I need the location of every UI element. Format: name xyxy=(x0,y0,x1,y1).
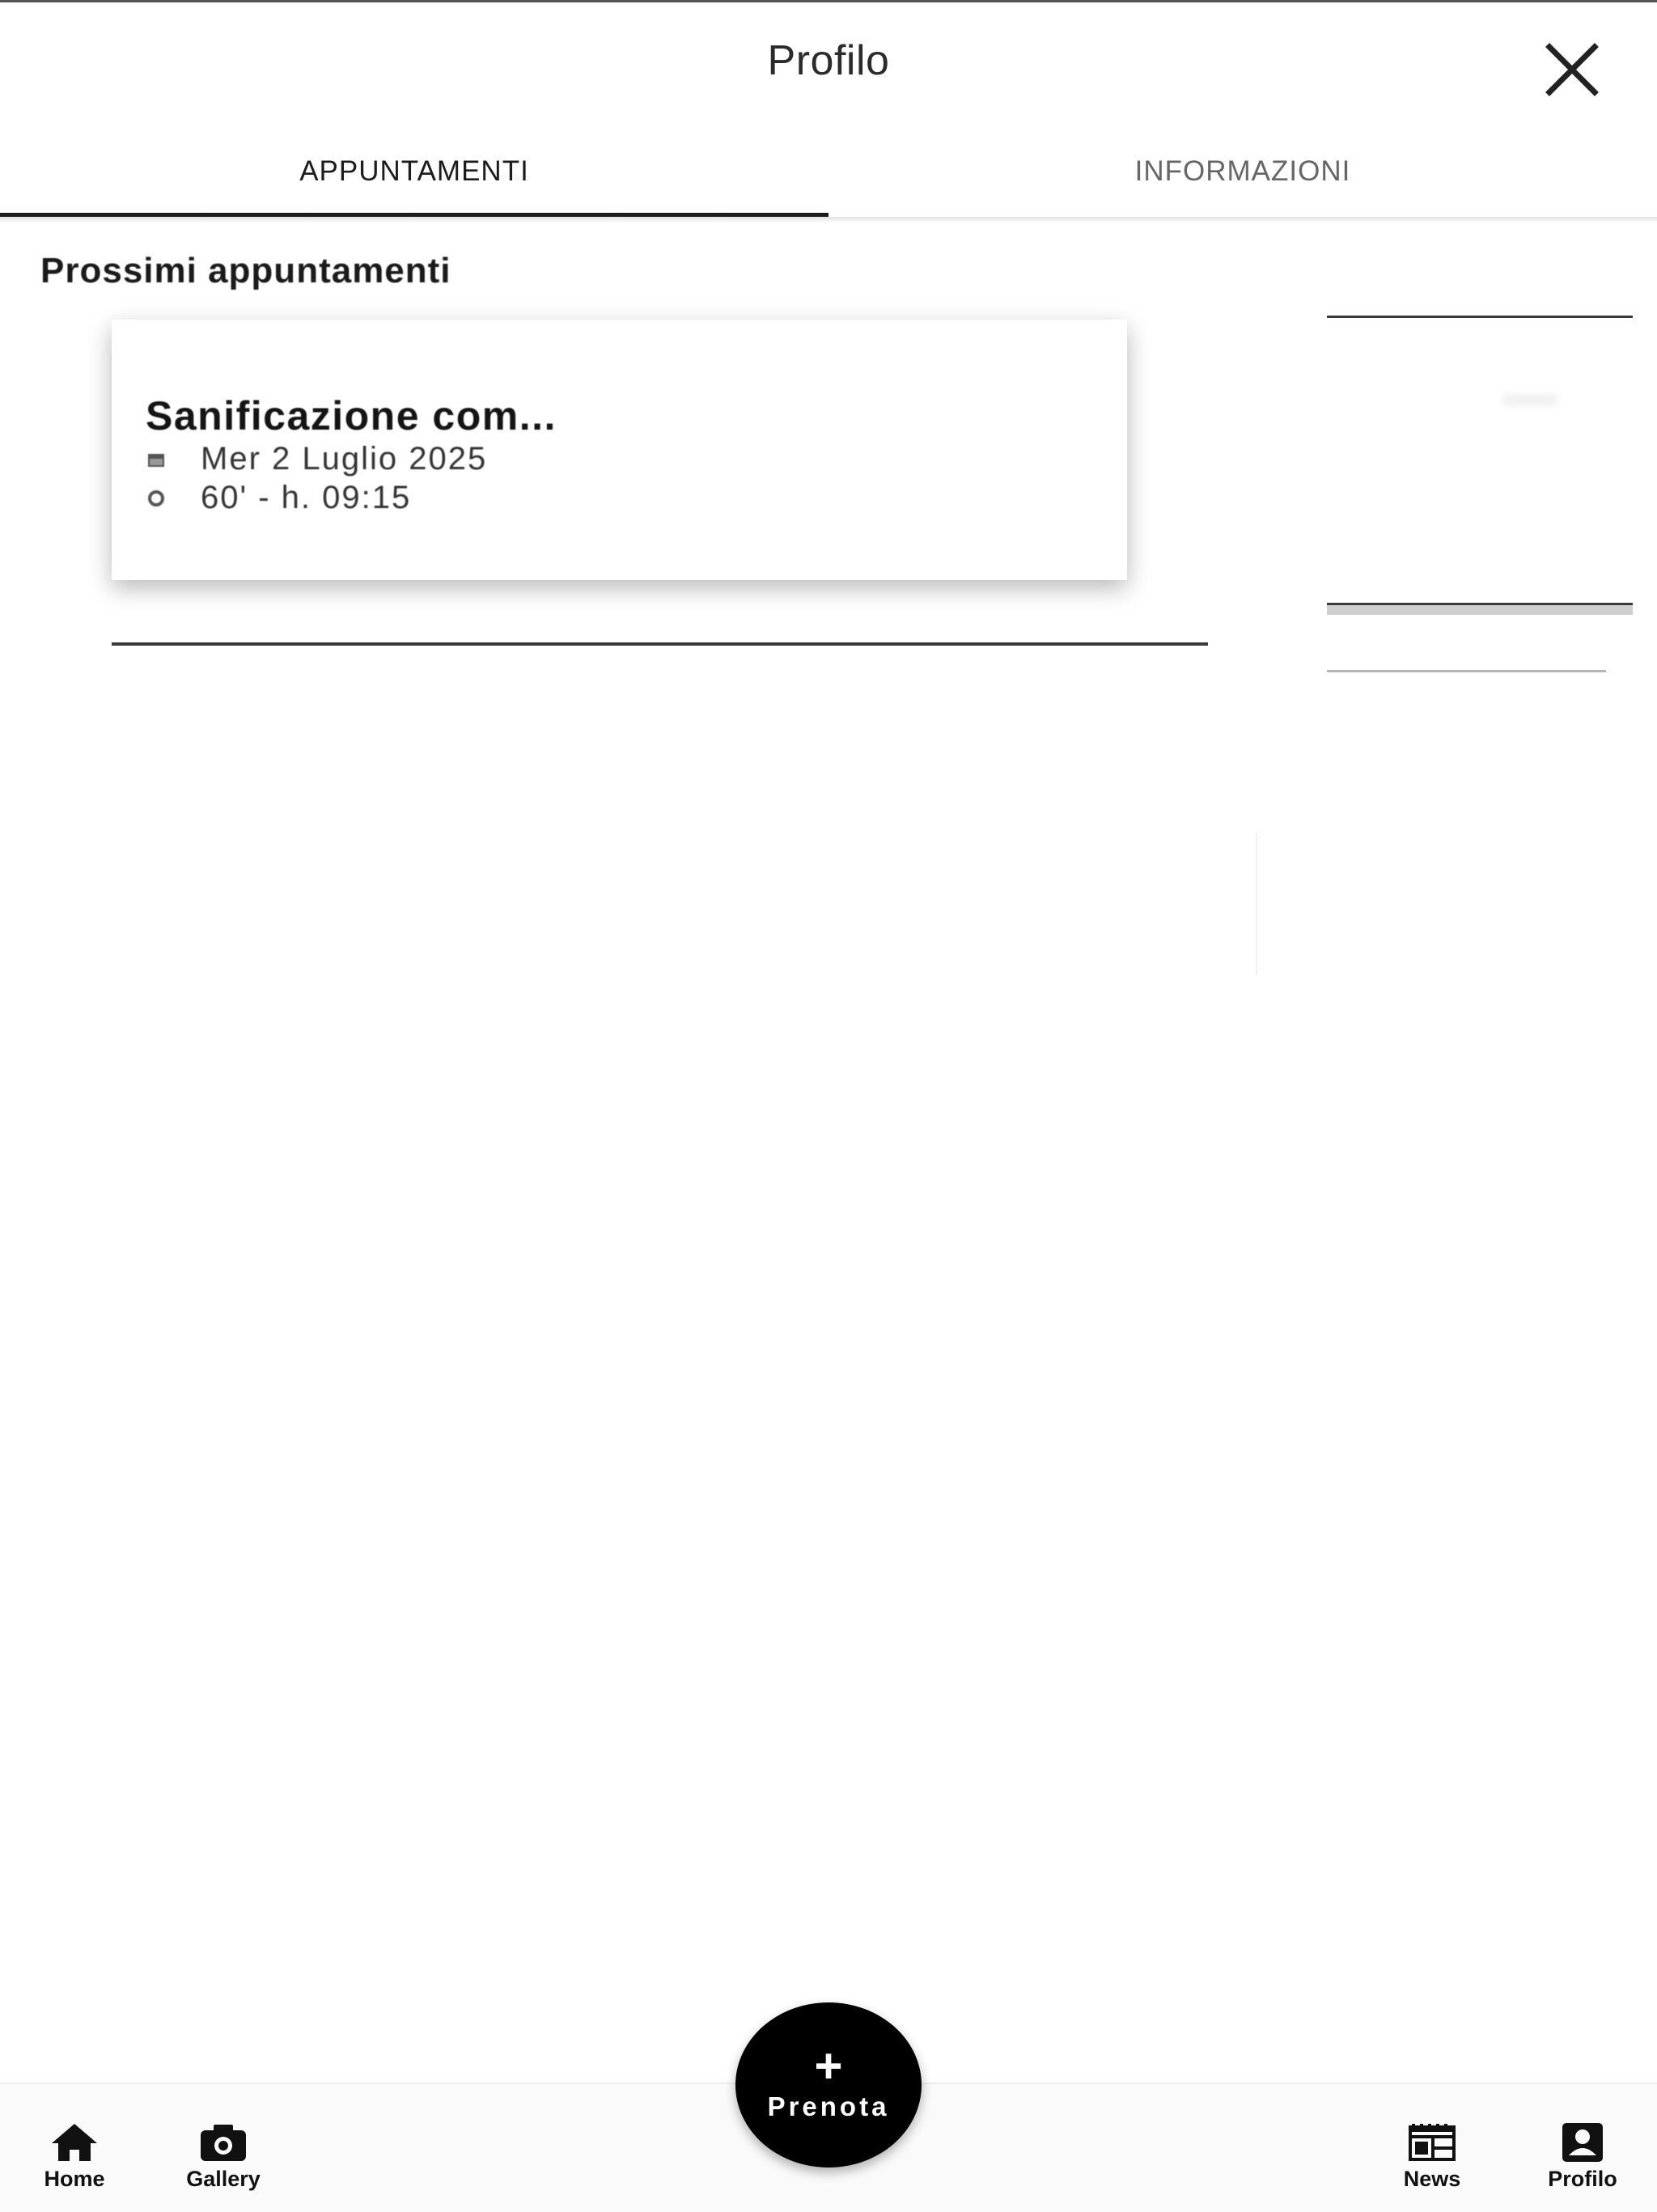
appointment-date-row: Mer 2 Luglio 2025 xyxy=(146,441,487,477)
list-divider xyxy=(112,642,1208,646)
tab-bar-shadow xyxy=(0,217,1657,223)
faint-separator xyxy=(1256,833,1257,975)
calendar-icon xyxy=(146,449,167,470)
nav-item-home[interactable]: Home xyxy=(18,2120,131,2192)
appointment-card[interactable]: Sanificazione com... Mer 2 Luglio 2025 6… xyxy=(112,320,1127,580)
section-heading: Prossimi appuntamenti xyxy=(40,251,451,290)
tab-bar: APPUNTAMENTI INFORMAZIONI xyxy=(0,124,1657,218)
offscreen-panel-divider-thick xyxy=(1327,603,1633,615)
clock-icon xyxy=(146,488,167,509)
appointment-time-row: 60' - h. 09:15 xyxy=(146,480,411,516)
nav-item-gallery[interactable]: Gallery xyxy=(167,2120,280,2192)
appointment-date: Mer 2 Luglio 2025 xyxy=(201,441,488,477)
appointment-time: 60' - h. 09:15 xyxy=(201,480,412,515)
home-icon xyxy=(49,2120,100,2165)
nav-item-profilo[interactable]: Profilo xyxy=(1526,2120,1639,2192)
tab-informazioni[interactable]: INFORMAZIONI xyxy=(828,124,1657,218)
page-title: Profilo xyxy=(767,37,890,84)
tab-appuntamenti[interactable]: APPUNTAMENTI xyxy=(0,124,828,218)
app-header: Profilo xyxy=(0,2,1657,124)
book-button-label: Prenota xyxy=(767,2091,890,2121)
news-icon xyxy=(1406,2120,1458,2165)
camera-icon xyxy=(197,2120,249,2165)
offscreen-panel-divider xyxy=(1327,316,1633,318)
offscreen-panel-divider-light xyxy=(1327,670,1606,672)
nav-label-home: Home xyxy=(44,2167,105,2191)
close-icon xyxy=(1545,43,1599,96)
book-button[interactable]: + Prenota xyxy=(735,2002,922,2168)
nav-item-news[interactable]: News xyxy=(1375,2120,1489,2192)
appointment-title: Sanificazione com... xyxy=(146,393,557,439)
nav-label-gallery: Gallery xyxy=(186,2167,261,2191)
blurred-price: ····· xyxy=(1503,380,1557,416)
nav-label-profilo: Profilo xyxy=(1548,2167,1617,2191)
nav-label-news: News xyxy=(1403,2167,1461,2191)
profile-icon xyxy=(1557,2120,1608,2165)
close-button[interactable] xyxy=(1536,33,1608,106)
plus-icon: + xyxy=(814,2039,843,2093)
